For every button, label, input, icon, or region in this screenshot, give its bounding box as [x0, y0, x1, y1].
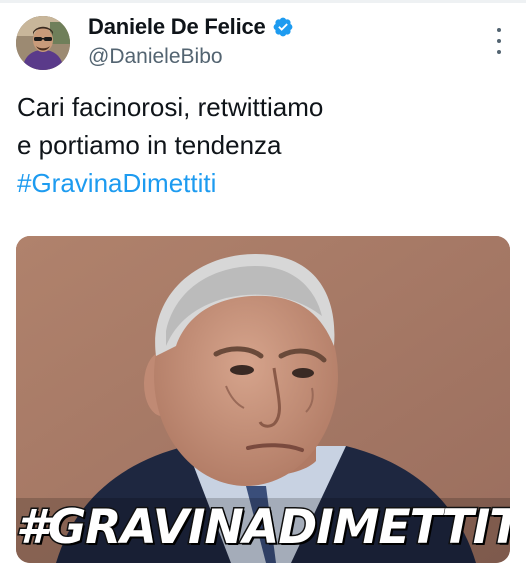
author-name-row[interactable]: Daniele De Felice	[88, 12, 294, 42]
tweet-text-line-2: e portiamo in tendenza	[17, 130, 282, 160]
media-overlay-text: #GRAVINADIMETTITI	[16, 499, 510, 557]
hashtag-link[interactable]: #GravinaDimettiti	[17, 164, 507, 202]
tweet-text-line-1: Cari facinorosi, retwittiamo	[17, 92, 324, 122]
tweet[interactable]: Daniele De Felice @DanieleBibo Cari faci…	[0, 0, 526, 569]
avatar[interactable]	[16, 16, 70, 70]
tweet-text: Cari facinorosi, retwittiamo e portiamo …	[17, 88, 507, 202]
author-handle[interactable]: @DanieleBibo	[88, 45, 223, 69]
author-display-name[interactable]: Daniele De Felice	[88, 14, 266, 40]
verified-badge-icon	[272, 16, 294, 38]
tweet-media-image[interactable]: #GRAVINADIMETTITI	[16, 236, 510, 563]
more-options-icon[interactable]	[487, 28, 511, 54]
avatar-photo	[16, 16, 70, 70]
